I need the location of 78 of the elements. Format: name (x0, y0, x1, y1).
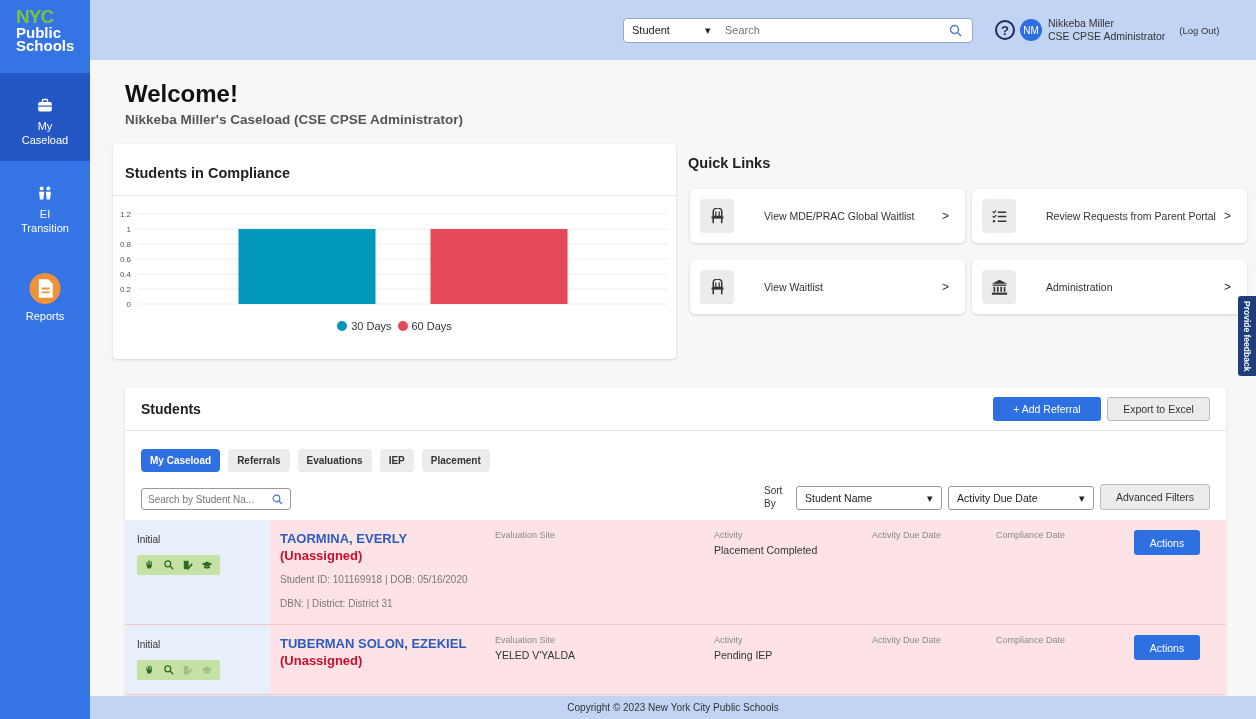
magnifier-icon[interactable] (163, 559, 175, 571)
user-avatar[interactable]: NM (1020, 19, 1042, 41)
student-search-field[interactable]: Search by Student Na... (141, 488, 291, 510)
field-value: Placement Completed (714, 544, 819, 556)
field-label: Activity (714, 635, 744, 645)
caret-icon: ▾ (927, 492, 933, 504)
legend-label: 60 Days (411, 320, 452, 332)
search-icon (949, 23, 962, 37)
quick-link-card[interactable]: Review Requests from Parent Portal > (972, 189, 1247, 243)
tab[interactable]: Referrals (228, 449, 290, 472)
people-icon (36, 185, 54, 202)
field-label: Activity Due Date (872, 635, 943, 645)
section-title: Students (141, 401, 202, 417)
search-field[interactable]: Student ▾ Search (623, 17, 973, 43)
student-name-link[interactable]: TAORMINA, EVERLY (280, 530, 495, 547)
export-button[interactable]: Export to Excel (1107, 397, 1210, 421)
checklist-icon (990, 207, 1008, 225)
referral-type: Initial (137, 534, 161, 545)
y-tick-label: 0.4 (119, 270, 131, 279)
sort-date-dropdown[interactable]: Activity Due Date ▾ (948, 486, 1094, 510)
student-name-link[interactable]: TUBERMAN SOLON, EZEKIEL (280, 635, 495, 652)
field-value: YELED V'YALDA (495, 649, 576, 661)
add-referral-button[interactable]: + Add Referral (993, 397, 1101, 421)
tab[interactable]: Placement (421, 449, 490, 472)
pencil-note-icon[interactable] (182, 559, 194, 571)
y-tick-label: 0.6 (119, 255, 131, 264)
footer-text: Copyright © 2023 New York City Public Schools (90, 696, 1256, 719)
magnifier-icon[interactable] (163, 664, 175, 676)
y-tick-label: 0.8 (119, 240, 131, 249)
chart-title: Students in Compliance (113, 144, 676, 196)
document-icon (28, 273, 62, 304)
sidebar-item[interactable]: Reports (0, 249, 90, 337)
advanced-filters-button[interactable]: Advanced Filters (1100, 484, 1210, 510)
quick-link-card[interactable]: View Waitlist > (690, 260, 965, 314)
section-title: Quick Links (688, 155, 772, 173)
field-label: Evaluation Site (495, 530, 557, 540)
tab[interactable]: My Caseload (141, 449, 221, 472)
assignee-status: (Unassigned) (280, 547, 364, 564)
quick-link-card[interactable]: View MDE/PRAC Global Waitlist > (690, 189, 965, 243)
field-label: Compliance Date (996, 530, 1067, 540)
logout-link[interactable]: (Log Out) (1179, 24, 1220, 36)
legend-label: 30 Days (351, 320, 392, 332)
y-tick-label: 1 (126, 225, 131, 234)
tab[interactable]: Evaluations (297, 449, 372, 472)
field-label: Activity Due Date (872, 530, 943, 540)
help-icon[interactable]: ? (995, 20, 1015, 40)
field-value: Pending IEP (714, 649, 774, 661)
sidebar-item[interactable]: My Caseload (0, 73, 90, 161)
page-title: Welcome! (125, 80, 239, 108)
assignee-status: (Unassigned) (280, 652, 364, 669)
district-text: DBN: | District: District 31 (280, 597, 394, 611)
nyc-public-schools-logo[interactable]: NYC Public Schools (0, 0, 90, 73)
caret-icon: ▾ (1079, 492, 1085, 504)
sort-label: Sort By (764, 484, 784, 510)
bank-icon (990, 278, 1008, 296)
graduation-cap-icon[interactable] (201, 559, 213, 571)
briefcase-icon (36, 97, 54, 114)
user-role: CSE CPSE Administrator (1048, 30, 1166, 43)
referral-type: Initial (137, 639, 161, 650)
y-tick-label: 0 (126, 300, 131, 309)
field-label: Activity (714, 530, 744, 540)
search-scope-dropdown[interactable]: Student ▾ (624, 18, 719, 42)
search-input[interactable]: Search (719, 24, 949, 36)
field-label: Evaluation Site (495, 635, 557, 645)
caret-icon: ▾ (705, 23, 711, 37)
sort-field-dropdown[interactable]: Student Name ▾ (796, 486, 942, 510)
feedback-tab[interactable]: Provide feedback (1238, 296, 1256, 376)
student-id-text: Student ID: 101169918 | DOB: 05/16/2020 (280, 573, 469, 587)
y-tick-label: 1.2 (119, 210, 131, 219)
user-name: Nikkeba Miller (1048, 17, 1115, 30)
search-icon (272, 494, 283, 505)
y-tick-label: 0.2 (119, 285, 131, 294)
actions-button[interactable]: Actions (1134, 530, 1200, 555)
sidebar-item[interactable]: EI Transition (0, 161, 90, 249)
field-label: Compliance Date (996, 635, 1067, 645)
tab[interactable]: IEP (379, 449, 414, 472)
actions-button[interactable]: Actions (1134, 635, 1200, 660)
page-subtitle: Nikkeba Miller's Caseload (CSE CPSE Administrator) (125, 112, 465, 127)
